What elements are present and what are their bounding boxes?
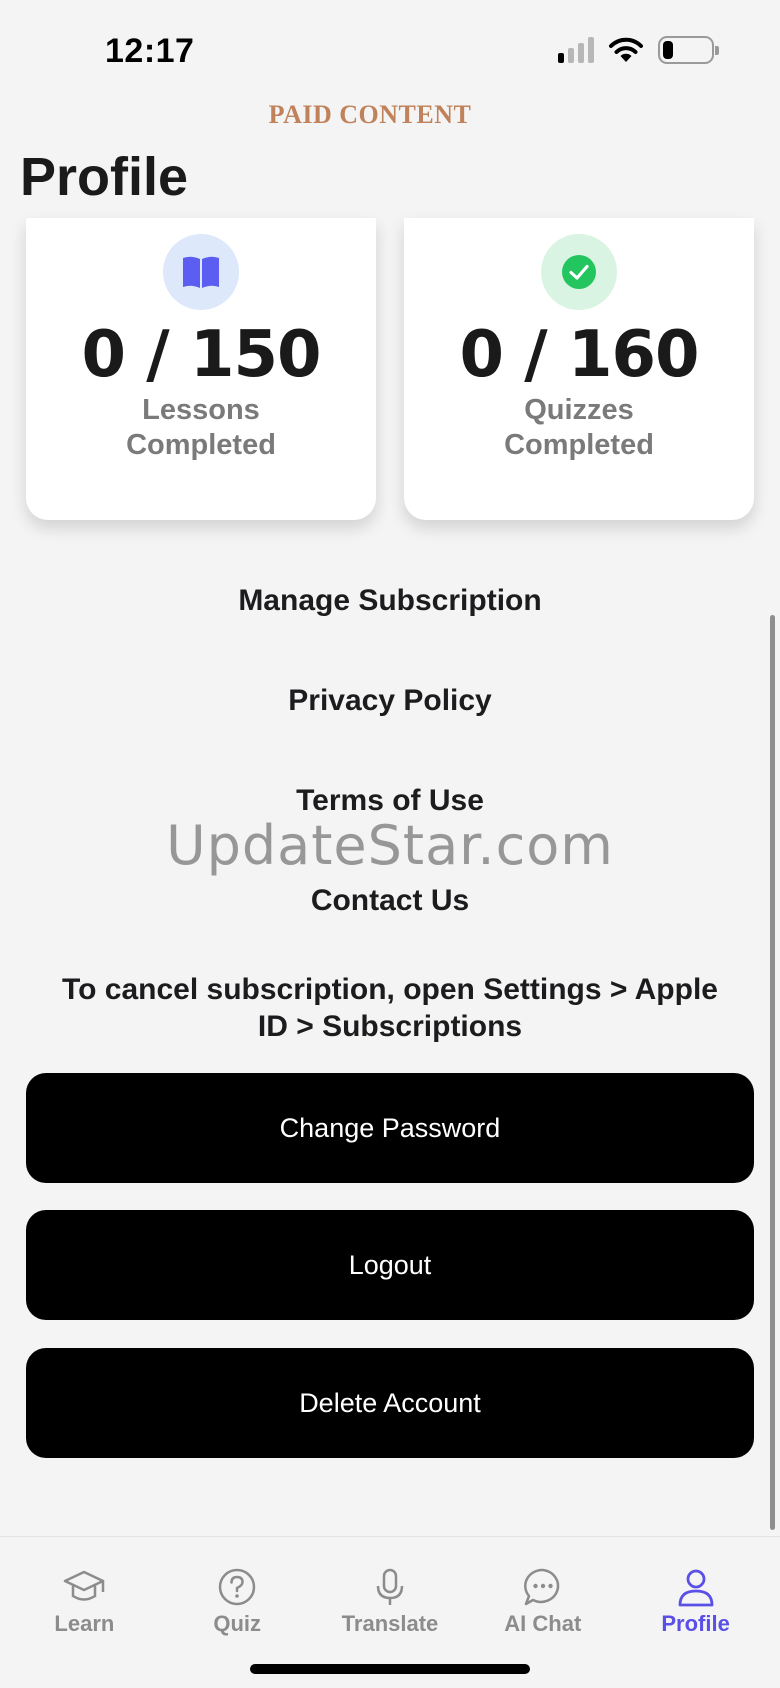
tab-label: Quiz: [213, 1611, 262, 1636]
lessons-stat-card: 0 / 150 Lessons Completed: [26, 218, 376, 520]
manage-subscription-link[interactable]: Manage Subscription: [0, 584, 780, 618]
change-password-button[interactable]: Change Password: [26, 1073, 754, 1183]
book-icon-badge: [163, 234, 239, 310]
question-circle-icon: [218, 1568, 256, 1606]
microphone-icon: [376, 1568, 404, 1605]
person-icon: [678, 1569, 713, 1607]
cellular-signal-icon: [558, 37, 594, 63]
stats-row: 0 / 150 Lessons Completed 0 / 160 Quizze…: [26, 218, 754, 520]
quizzes-stat-label: Quizzes Completed: [504, 394, 654, 461]
contact-us-link[interactable]: Contact Us: [0, 884, 780, 918]
wifi-icon: [609, 37, 643, 62]
quizzes-stat-value: 0 / 160: [459, 318, 699, 392]
terms-of-use-link[interactable]: Terms of Use: [0, 784, 780, 818]
tab-label: Learn: [54, 1611, 115, 1636]
tab-label: AI Chat: [504, 1611, 582, 1636]
tab-label: Profile: [661, 1611, 730, 1636]
check-circle-icon: [562, 255, 596, 289]
tab-label: Translate: [341, 1611, 439, 1636]
chat-bubble-icon: [523, 1568, 559, 1606]
status-bar: 12:17: [0, 0, 780, 100]
privacy-policy-link[interactable]: Privacy Policy: [0, 684, 780, 718]
paid-content-banner: PAID CONTENT: [268, 100, 472, 129]
battery-icon: [658, 36, 719, 64]
tab-learn[interactable]: Learn: [14, 1537, 154, 1688]
lessons-stat-value: 0 / 150: [81, 318, 321, 392]
status-icons: [558, 36, 719, 64]
tab-profile[interactable]: Profile: [626, 1537, 766, 1688]
page-title: Profile: [20, 147, 189, 207]
delete-account-button[interactable]: Delete Account: [26, 1348, 754, 1458]
watermark: UpdateStar.com: [166, 814, 614, 877]
graduation-cap-icon: [64, 1570, 105, 1601]
quizzes-stat-card: 0 / 160 Quizzes Completed: [404, 218, 754, 520]
scrollbar[interactable]: [770, 615, 775, 1530]
book-icon: [183, 256, 219, 288]
logout-button[interactable]: Logout: [26, 1210, 754, 1320]
cancel-subscription-note: To cancel subscription, open Settings > …: [62, 973, 718, 1043]
check-icon-badge: [541, 234, 617, 310]
status-time: 12:17: [105, 32, 195, 70]
home-indicator[interactable]: [250, 1664, 530, 1674]
lessons-stat-label: Lessons Completed: [126, 394, 276, 461]
